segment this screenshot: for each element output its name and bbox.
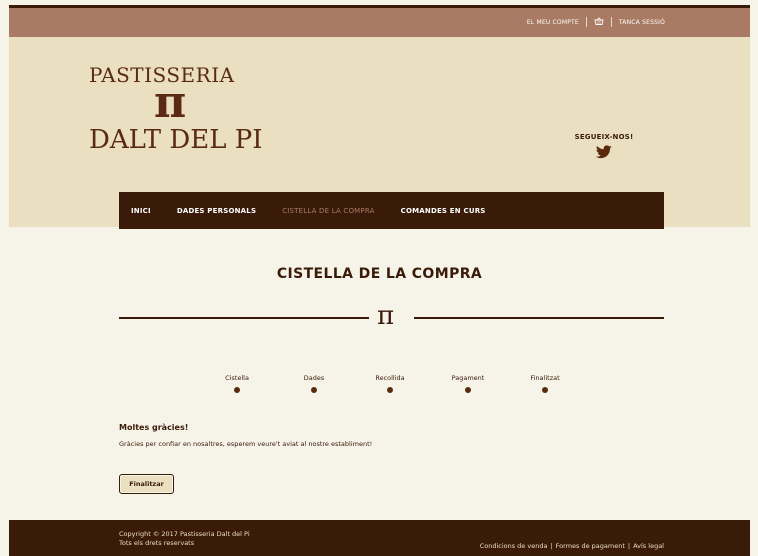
- copyright-line: Copyright © 2017 Pastisseria Dalt del Pi: [119, 530, 250, 538]
- nav-item-comandes[interactable]: COMANDES EN CURS: [401, 207, 486, 215]
- step-label: Finalitzat: [530, 374, 560, 382]
- top-bar: EL MEU COMPTE TANCA SESSIÓ: [9, 8, 750, 37]
- separator: |: [550, 542, 553, 550]
- finish-button[interactable]: Finalitzar: [119, 474, 174, 494]
- divider-line: [119, 317, 369, 319]
- twitter-icon[interactable]: [569, 145, 639, 159]
- social-follow: SEGUEIX-NOS!: [569, 133, 639, 159]
- nav-item-dades-personals[interactable]: DADES PERSONALS: [177, 207, 256, 215]
- step-label: Cistella: [225, 374, 249, 382]
- my-account-link[interactable]: EL MEU COMPTE: [527, 19, 579, 26]
- rights-line: Tots els drets reservats: [119, 539, 195, 547]
- step-pagament: Pagament: [433, 374, 503, 393]
- main-content: CISTELLA DE LA COMPRA π Cistella Dades R…: [9, 229, 750, 524]
- copyright: Copyright © 2017 Pastisseria Dalt del Pi…: [119, 530, 250, 548]
- pi-symbol: π: [377, 301, 395, 331]
- divider-line: [414, 317, 664, 319]
- page-frame: EL MEU COMPTE TANCA SESSIÓ PASTISSERIA π…: [9, 5, 750, 556]
- step-dot: [234, 387, 240, 393]
- step-dot: [542, 387, 548, 393]
- footer-links: Condicions de venda | Formes de pagament | A…: [480, 542, 664, 550]
- logout-link[interactable]: TANCA SESSIÓ: [619, 19, 665, 26]
- separator: |: [627, 542, 631, 550]
- step-dades: Dades: [279, 374, 349, 393]
- step-finalitzat: Finalitzat: [510, 374, 580, 393]
- step-dot: [311, 387, 317, 393]
- main-nav: INICI DADES PERSONALS CISTELLA DE LA COM…: [119, 192, 664, 229]
- thanks-title: Moltes gràcies!: [119, 423, 189, 432]
- follow-label: SEGUEIX-NOS!: [574, 133, 634, 141]
- basket-icon[interactable]: [594, 17, 604, 27]
- logo[interactable]: PASTISSERIA π DALT DEL PI: [89, 63, 269, 173]
- logo-line-2: DALT DEL PI: [89, 125, 263, 155]
- footer-link-conditions[interactable]: Condicions de venda: [480, 542, 548, 550]
- step-recollida: Recollida: [355, 374, 425, 393]
- footer-link-payment[interactable]: Formes de pagament: [556, 542, 625, 550]
- step-dot: [465, 387, 471, 393]
- footer-link-legal[interactable]: Avís legal: [633, 542, 664, 550]
- step-label: Dades: [303, 374, 325, 382]
- nav-item-inici[interactable]: INICI: [131, 207, 151, 215]
- nav-item-cistella[interactable]: CISTELLA DE LA COMPRA: [282, 207, 374, 215]
- separator: [585, 17, 587, 27]
- separator: [610, 17, 612, 27]
- account-links: EL MEU COMPTE TANCA SESSIÓ: [527, 17, 665, 27]
- footer: Copyright © 2017 Pastisseria Dalt del Pi…: [9, 520, 750, 556]
- checkout-steps: Cistella Dades Recollida Pagament Finali…: [9, 374, 750, 400]
- pi-divider: π: [119, 301, 664, 335]
- step-label: Pagament: [451, 374, 485, 382]
- page-title: CISTELLA DE LA COMPRA: [276, 266, 483, 282]
- step-dot: [387, 387, 393, 393]
- logo-pi-symbol: π: [154, 77, 187, 128]
- step-label: Recollida: [375, 374, 405, 382]
- step-cistella: Cistella: [202, 374, 272, 393]
- thanks-text: Gràcies per confiar en nosaltres, espere…: [119, 440, 373, 448]
